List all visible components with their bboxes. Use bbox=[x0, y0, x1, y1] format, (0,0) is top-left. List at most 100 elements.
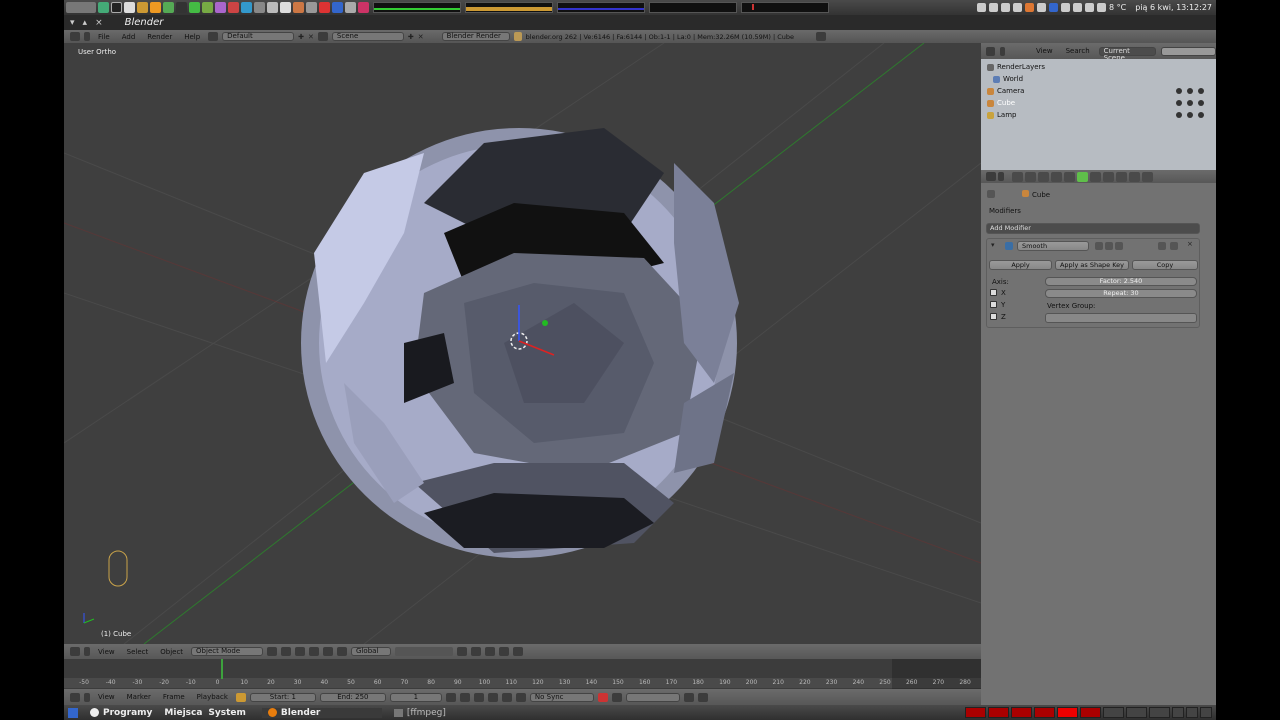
disk-icon[interactable] bbox=[267, 2, 278, 13]
repeat-slider[interactable]: Repeat: 30 bbox=[1045, 289, 1197, 298]
pdf-icon[interactable] bbox=[319, 2, 330, 13]
outliner-editor-type-icon[interactable] bbox=[986, 46, 995, 56]
folder-icon[interactable] bbox=[111, 2, 122, 13]
play-reverse-icon[interactable] bbox=[473, 692, 484, 702]
gimp-icon[interactable] bbox=[202, 2, 213, 13]
firefox-icon[interactable] bbox=[1024, 3, 1034, 12]
move-up-icon[interactable] bbox=[1158, 242, 1166, 250]
menu-object[interactable]: Object bbox=[156, 648, 187, 656]
shield-icon[interactable] bbox=[1048, 3, 1058, 12]
menu-playback[interactable]: Playback bbox=[193, 693, 232, 701]
viewport-shading-icon[interactable] bbox=[267, 647, 278, 656]
info-editor-type-icon[interactable] bbox=[70, 32, 80, 41]
visibility-toggles[interactable] bbox=[1176, 88, 1204, 94]
display-icon[interactable] bbox=[1000, 3, 1010, 12]
collapse-menu-icon[interactable] bbox=[84, 32, 90, 41]
visibility-toggles[interactable] bbox=[1176, 100, 1204, 106]
keying-set-icon[interactable] bbox=[611, 692, 622, 702]
3d-viewport[interactable]: User Ortho (1) Cube bbox=[64, 43, 981, 644]
outliner-menu-search[interactable]: Search bbox=[1062, 47, 1094, 55]
jump-start-icon[interactable] bbox=[445, 692, 456, 702]
properties-editor-type-icon[interactable] bbox=[986, 172, 996, 181]
delete-keyframe-icon[interactable] bbox=[697, 692, 708, 702]
render-engine-select[interactable]: Blender Render bbox=[441, 32, 510, 41]
view3d-editor-type-icon[interactable] bbox=[70, 647, 80, 656]
apply-button[interactable]: Apply bbox=[989, 260, 1052, 270]
pivot-point-icon[interactable] bbox=[281, 647, 292, 656]
mail-icon[interactable] bbox=[176, 2, 187, 13]
render-icon[interactable] bbox=[1105, 242, 1113, 250]
manipulator-toggle-icon[interactable] bbox=[295, 647, 306, 656]
outliner-row[interactable]: Lamp bbox=[981, 109, 1216, 121]
outliner-row[interactable]: Cube bbox=[981, 97, 1216, 109]
collapse-menu-icon[interactable] bbox=[999, 46, 1005, 56]
menu-add[interactable]: Add bbox=[118, 33, 140, 41]
ruler-icon[interactable] bbox=[345, 2, 356, 13]
apply-shape-key-button[interactable]: Apply as Shape Key bbox=[1055, 260, 1129, 270]
chrome-icon[interactable] bbox=[254, 2, 265, 13]
notes-icon[interactable] bbox=[988, 3, 998, 12]
menu-places[interactable]: Miejsca bbox=[164, 708, 202, 718]
axis-y-checkbox[interactable] bbox=[990, 301, 997, 308]
app-icon[interactable] bbox=[1012, 3, 1022, 12]
chevron-down-icon[interactable]: ▾ bbox=[991, 241, 995, 249]
next-keyframe-icon[interactable] bbox=[501, 692, 512, 702]
scale-icon[interactable] bbox=[337, 647, 348, 656]
menu-view[interactable]: View bbox=[94, 693, 119, 701]
gnome-foot-icon[interactable] bbox=[66, 2, 96, 13]
menu-render[interactable]: Render bbox=[143, 33, 176, 41]
globe-icon[interactable] bbox=[241, 2, 252, 13]
mode-select[interactable]: Object Mode bbox=[191, 647, 264, 656]
workspace-switcher[interactable] bbox=[965, 707, 1216, 718]
record-icon[interactable] bbox=[597, 692, 608, 702]
menu-marker[interactable]: Marker bbox=[123, 693, 155, 701]
maximize-icon[interactable]: ▴ bbox=[83, 18, 88, 28]
task-blender[interactable]: Blender bbox=[261, 707, 382, 718]
visibility-toggles[interactable] bbox=[1176, 112, 1204, 118]
text-editor-icon[interactable] bbox=[124, 2, 135, 13]
transform-orientation-select[interactable]: Global bbox=[351, 647, 392, 656]
outliner-row[interactable]: Camera bbox=[981, 85, 1216, 97]
play-icon[interactable] bbox=[487, 692, 498, 702]
translate-icon[interactable] bbox=[309, 647, 320, 656]
network-tray-icon[interactable] bbox=[1084, 3, 1094, 12]
menu-help[interactable]: Help bbox=[180, 33, 204, 41]
volume-icon[interactable] bbox=[1072, 3, 1082, 12]
render-opengl-icon[interactable] bbox=[499, 647, 510, 656]
clock[interactable]: pią 6 kwi, 13:12:27 bbox=[1135, 3, 1212, 12]
modifier-name-field[interactable]: Smooth bbox=[1017, 241, 1089, 251]
menu-system[interactable]: System bbox=[208, 708, 246, 718]
sync-mode-select[interactable]: No Sync bbox=[529, 692, 594, 702]
outliner-search-input[interactable] bbox=[1160, 46, 1217, 56]
texture-tab-icon[interactable] bbox=[1116, 171, 1127, 182]
end-frame-field[interactable]: End: 250 bbox=[319, 692, 386, 702]
particles-tab-icon[interactable] bbox=[1129, 171, 1140, 182]
keying-set-field[interactable] bbox=[625, 692, 680, 702]
menu-select[interactable]: Select bbox=[123, 648, 153, 656]
ftp-icon[interactable] bbox=[228, 2, 239, 13]
task-ffmpeg[interactable]: [ffmpeg] bbox=[388, 708, 452, 718]
close-icon[interactable]: × bbox=[1187, 240, 1193, 248]
object-tab-icon[interactable] bbox=[1051, 171, 1062, 182]
mail-tray-icon[interactable] bbox=[1060, 3, 1070, 12]
physics-tab-icon[interactable] bbox=[1142, 171, 1153, 182]
collapse-menu-icon[interactable] bbox=[84, 692, 90, 702]
scene-tab-icon[interactable] bbox=[1025, 171, 1036, 182]
terminal-icon[interactable] bbox=[98, 2, 109, 13]
modifiers-panel-title[interactable]: Modifiers bbox=[989, 207, 1021, 215]
power-icon[interactable] bbox=[1036, 3, 1046, 12]
move-down-icon[interactable] bbox=[1170, 242, 1178, 250]
vertex-group-field[interactable] bbox=[1045, 313, 1197, 323]
weather-temperature[interactable]: 8 °C bbox=[1109, 3, 1126, 12]
calc-icon[interactable] bbox=[150, 2, 161, 13]
collapse-menu-icon[interactable] bbox=[998, 172, 1004, 181]
snap-target-icon[interactable] bbox=[485, 647, 496, 656]
flower-icon[interactable] bbox=[293, 2, 304, 13]
pin-icon[interactable] bbox=[987, 190, 995, 198]
layer-buttons[interactable] bbox=[395, 647, 454, 656]
outliner-display-select[interactable]: Current Scene bbox=[1098, 46, 1156, 61]
copy-button[interactable]: Copy bbox=[1132, 260, 1198, 270]
burner-icon[interactable] bbox=[280, 2, 291, 13]
add-screen-icon[interactable]: ✚ bbox=[298, 33, 304, 41]
editmode-icon[interactable] bbox=[1115, 242, 1123, 250]
